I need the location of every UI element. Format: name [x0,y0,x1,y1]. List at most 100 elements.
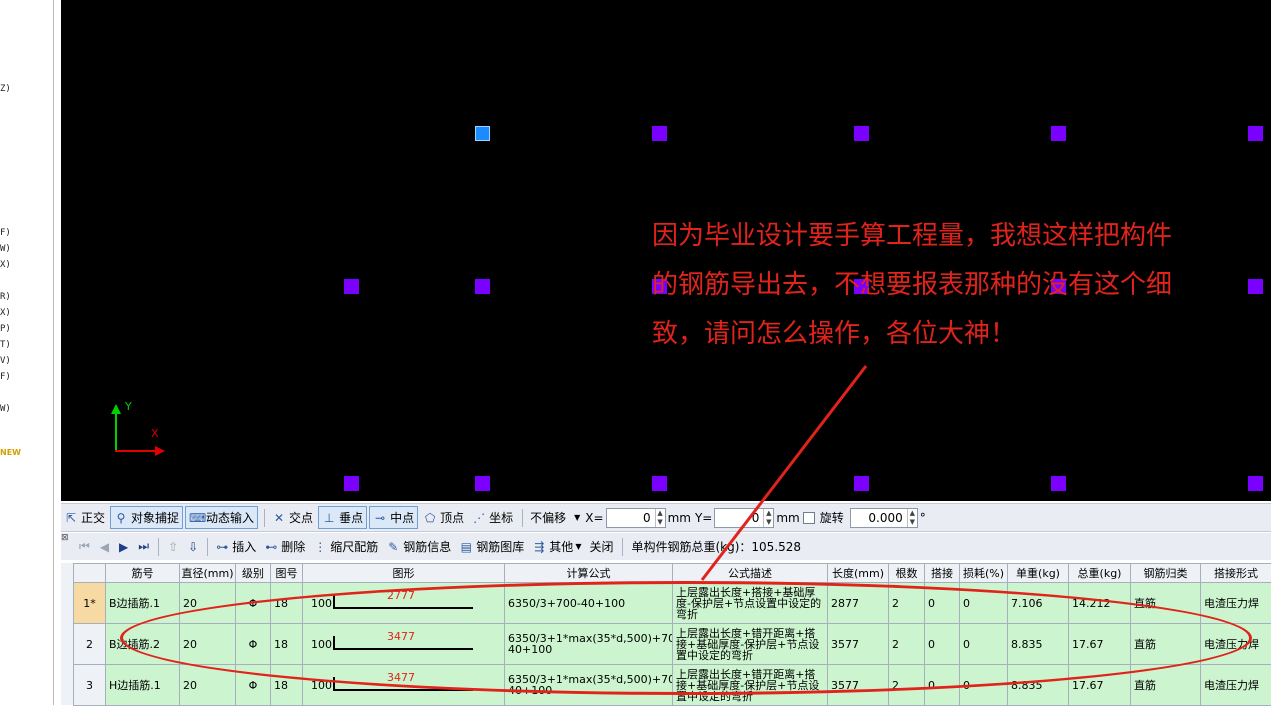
grid-point[interactable] [1051,476,1066,491]
left-side-panel: Z) F) W) X) R) X) P) T) V) F) W) NEW [0,0,54,705]
y-label: Y= [695,511,712,525]
insert-button[interactable]: ⊶ 插入 [212,536,259,557]
column-header[interactable]: 根数 [889,564,925,583]
midpoint-snap-button[interactable]: ⊸ 中点 [369,506,418,529]
left-panel-item[interactable]: V) [0,356,11,366]
grid-point[interactable] [854,126,869,141]
row-number[interactable]: 1* [74,583,106,624]
cell-lap-type[interactable]: 电渣压力焊 [1201,665,1271,706]
column-header[interactable]: 损耗(%) [960,564,1008,583]
ortho-button[interactable]: ⇱ 正交 [61,507,108,528]
grid-point[interactable] [1051,126,1066,141]
move-down-icon[interactable]: ⇩ [188,540,198,554]
column-header[interactable]: 计算公式 [505,564,673,583]
spinner-arrows-icon[interactable]: ▲▼ [655,509,665,527]
grid-point[interactable] [1248,476,1263,491]
midpoint-icon: ⊸ [373,511,387,525]
grid-point[interactable] [652,126,667,141]
toolbar-separator [264,509,265,527]
y-offset-input[interactable]: 0 ▲▼ [714,508,774,528]
rotate-unit: ° [920,511,926,525]
toolbar-separator [207,538,208,556]
column-header[interactable]: 搭接 [925,564,960,583]
delete-row-icon: ⊷ [264,540,278,554]
spinner-arrows-icon[interactable]: ▲▼ [763,509,773,527]
grid-point[interactable] [344,279,359,294]
grid-point[interactable] [652,476,667,491]
perpendicular-snap-button[interactable]: ⊥ 垂点 [318,506,367,529]
toolbar-separator [622,538,623,556]
annotation-line: 致，请问怎么操作，各位大神！ [652,310,1252,359]
column-header[interactable]: 长度(mm) [828,564,889,583]
column-header[interactable]: 钢筋归类 [1131,564,1201,583]
left-panel-item[interactable]: X) [0,308,11,318]
column-header[interactable]: 直径(mm) [180,564,236,583]
last-record-icon[interactable]: ⏭ [138,539,149,554]
rotate-checkbox[interactable] [803,512,815,524]
grid-point[interactable] [475,476,490,491]
coordinate-snap-button[interactable]: ⋰ 坐标 [469,507,516,528]
left-panel-item[interactable]: T) [0,340,11,350]
toolbar-separator [158,538,159,556]
close-button[interactable]: 关闭 [586,536,616,557]
row-number[interactable]: 3 [74,665,106,706]
x-axis-line [115,450,157,452]
spinner-arrows-icon[interactable]: ▲▼ [907,509,917,527]
left-panel-item[interactable]: X) [0,260,11,270]
next-record-icon[interactable]: ▶ [119,540,128,554]
grid-point-selected[interactable] [475,126,490,141]
grid-point[interactable] [1248,126,1263,141]
column-header[interactable]: 公式描述 [673,564,828,583]
scale-rebar-button[interactable]: ⋮ 缩尺配筋 [310,536,381,557]
dynamic-input-button[interactable]: ⌨ 动态输入 [185,506,258,529]
grid-point[interactable] [475,279,490,294]
rebar-library-button[interactable]: ▤ 钢筋图库 [456,536,527,557]
close-icon[interactable]: ⊠ [61,533,71,543]
x-offset-input[interactable]: 0 ▲▼ [606,508,666,528]
row-number[interactable]: 2 [74,624,106,665]
rotate-label: 旋转 [820,509,844,526]
left-panel-item[interactable]: W) [0,244,11,254]
y-axis-label: Y [125,400,132,413]
chevron-down-icon: ▼ [575,542,581,551]
column-header[interactable]: 单重(kg) [1008,564,1069,583]
left-panel-item[interactable]: F) [0,228,11,238]
left-panel-item[interactable]: F) [0,372,11,382]
rebar-info-button[interactable]: ✎ 钢筋信息 [383,536,454,557]
cell-name[interactable]: H边插筋.1 [106,665,180,706]
left-panel-item[interactable]: R) [0,292,11,302]
toolbar-separator [522,509,523,527]
chevron-down-icon: ▼ [574,513,580,522]
first-record-icon[interactable]: ⏮ [79,539,90,554]
x-axis-arrow-icon [155,446,165,456]
object-snap-button[interactable]: ⚲ 对象捕捉 [110,506,183,529]
other-menu-button[interactable]: ⇶ 其他 ▼ [529,536,584,557]
rotate-input[interactable]: 0.000 ▲▼ [850,508,918,528]
column-header[interactable]: 搭接形式 [1201,564,1271,583]
other-menu-icon: ⇶ [532,540,546,554]
vertex-icon: ⬠ [423,511,437,525]
question-annotation: 因为毕业设计要手算工程量，我想这样把构件 的钢筋导出去，不想要报表那种的没有这个… [652,212,1252,359]
left-panel-item[interactable]: P) [0,324,11,334]
delete-button[interactable]: ⊷ 删除 [261,536,308,557]
grid-point[interactable] [854,476,869,491]
move-up-icon[interactable]: ⇧ [168,540,178,554]
y-unit: mm [776,511,799,525]
column-header[interactable]: 图形 [303,564,505,583]
intersection-snap-button[interactable]: ✕ 交点 [269,507,316,528]
ortho-icon: ⇱ [64,511,78,525]
rebar-info-icon: ✎ [386,540,400,554]
rebar-library-icon: ▤ [459,540,473,554]
left-panel-item[interactable]: W) [0,404,11,414]
column-header[interactable]: 总重(kg) [1069,564,1131,583]
grid-point[interactable] [344,476,359,491]
column-header[interactable]: 筋号 [106,564,180,583]
left-panel-item[interactable]: Z) [0,84,11,94]
vertex-snap-button[interactable]: ⬠ 顶点 [420,507,467,528]
offset-mode-select[interactable]: 不偏移 ▼ [527,507,583,528]
annotation-ellipse [120,581,1252,695]
previous-record-icon[interactable]: ◀ [100,540,109,554]
column-header[interactable]: 图号 [271,564,303,583]
column-header[interactable]: 级别 [236,564,271,583]
magnet-icon: ⚲ [114,511,128,525]
